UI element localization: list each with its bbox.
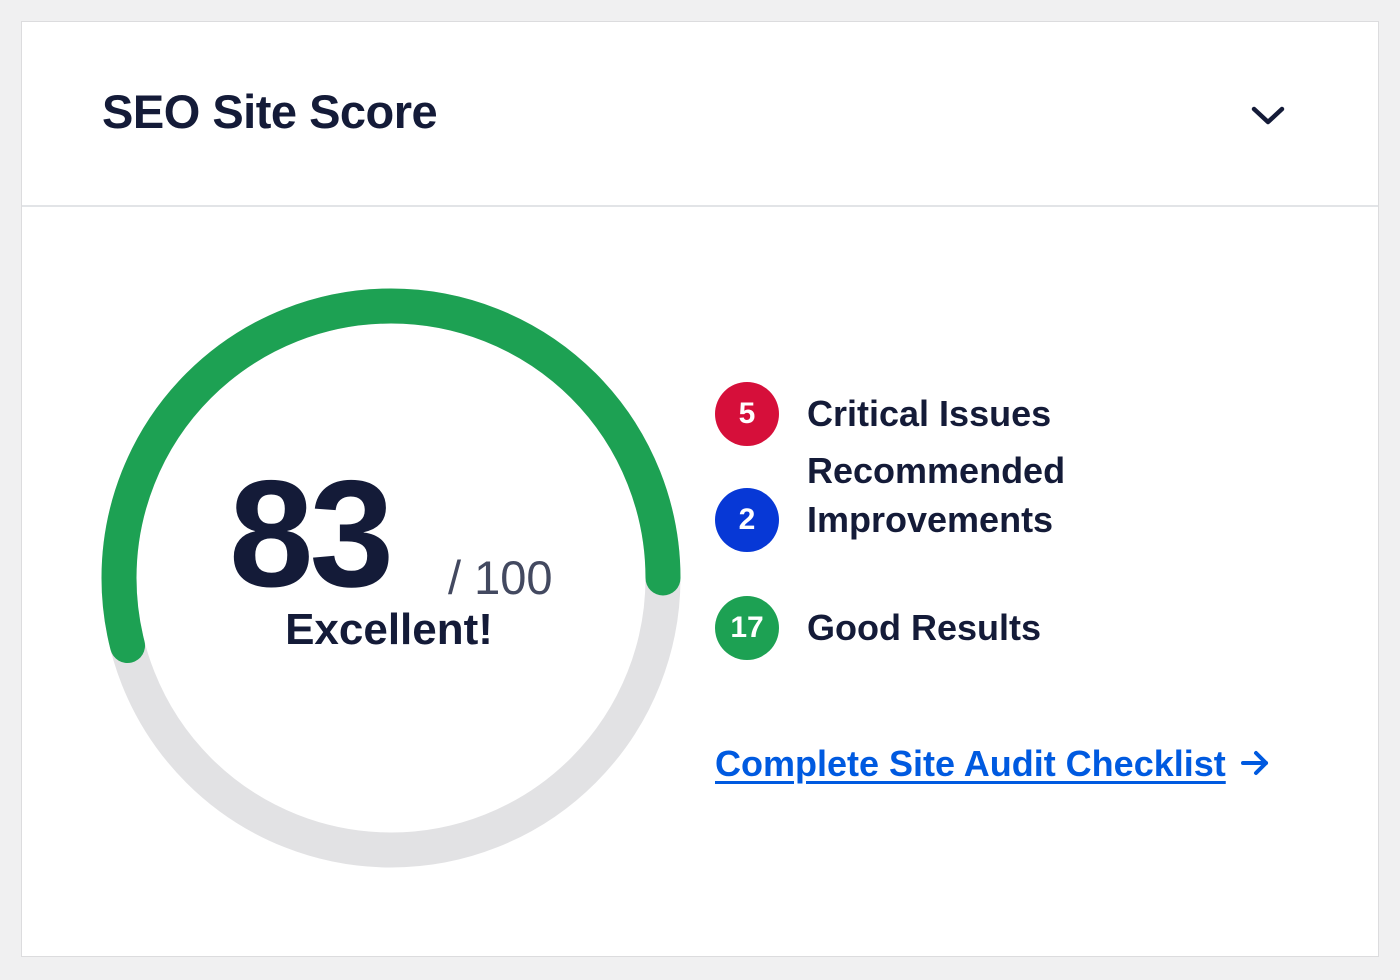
site-audit-checklist-label: Complete Site Audit Checklist [715, 743, 1226, 784]
score-rating: Excellent! [285, 605, 493, 654]
seo-site-score-widget: SEO Site Score 83 / 100 Excellent! 5 Cri… [21, 21, 1379, 957]
good-results-count-badge: 17 [715, 596, 779, 660]
critical-issues-label: Critical Issues [807, 393, 1052, 434]
good-results-label: Good Results [807, 607, 1042, 648]
widget-header: SEO Site Score [22, 22, 1378, 207]
score-value: 83 [229, 449, 394, 619]
collapse-toggle-button[interactable] [1246, 96, 1290, 136]
score-gauge: 83 / 100 Excellent! [101, 288, 681, 868]
score-readout: 83 / 100 Excellent! [101, 288, 681, 868]
recommended-improvements-label-line2: Improvements [807, 499, 1054, 540]
chevron-down-icon [1251, 106, 1285, 125]
critical-issues-count-badge: 5 [715, 382, 779, 446]
score-max: / 100 [448, 551, 553, 604]
recommended-improvements-label-line1: Recommended [807, 450, 1066, 491]
widget-title: SEO Site Score [102, 85, 438, 138]
arrow-right-icon [1240, 751, 1268, 776]
recommended-improvements-count-badge: 2 [715, 488, 779, 552]
site-audit-checklist-link[interactable]: Complete Site Audit Checklist [715, 742, 1270, 786]
